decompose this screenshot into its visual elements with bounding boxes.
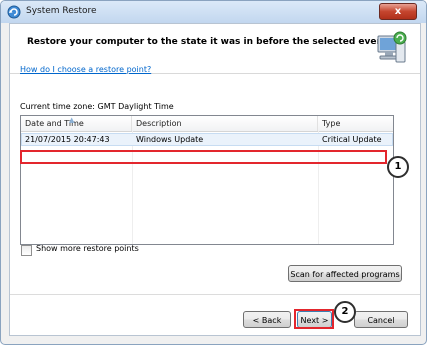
annotation-badge-1: 1	[387, 156, 409, 178]
back-button[interactable]: < Back	[243, 311, 291, 328]
close-button[interactable]: x	[379, 3, 417, 20]
footer-divider	[10, 294, 420, 295]
row-date: 21/07/2015 20:47:43	[25, 135, 110, 144]
sort-ascending-icon: ▲	[69, 116, 75, 124]
page-heading: Restore your computer to the state it wa…	[27, 37, 388, 47]
column-type-label: Type	[322, 119, 341, 128]
system-restore-icon	[7, 5, 21, 19]
help-link[interactable]: How do I choose a restore point?	[20, 65, 151, 74]
computer-restore-icon	[377, 31, 407, 63]
table-row[interactable]: 21/07/2015 20:47:43 Windows Update Criti…	[21, 133, 393, 146]
row-description: Windows Update	[136, 135, 204, 144]
show-more-label[interactable]: Show more restore points	[36, 244, 139, 253]
restore-points-list[interactable]: Date and Time ▲ Description Type 21/07/2…	[20, 115, 394, 245]
title-bar: System Restore x	[1, 1, 426, 23]
grid-divider	[132, 131, 133, 244]
annotation-highlight-next	[294, 309, 334, 329]
window-title: System Restore	[26, 6, 97, 16]
column-description-label: Description	[136, 119, 182, 128]
column-date-and-time[interactable]: Date and Time ▲	[21, 116, 132, 131]
column-type[interactable]: Type	[318, 116, 393, 131]
list-header: Date and Time ▲ Description Type	[21, 116, 393, 132]
column-date-label: Date and Time	[25, 119, 84, 128]
column-description[interactable]: Description	[132, 116, 318, 131]
timezone-label: Current time zone: GMT Daylight Time	[20, 102, 174, 111]
cancel-button[interactable]: Cancel	[354, 311, 408, 328]
annotation-highlight-row	[20, 150, 387, 164]
scan-affected-programs-button[interactable]: Scan for affected programs	[288, 265, 402, 282]
annotation-badge-2: 2	[334, 301, 356, 323]
system-restore-window: System Restore x Restore your computer t…	[0, 0, 427, 345]
grid-divider	[318, 131, 319, 244]
show-more-checkbox[interactable]	[21, 245, 32, 256]
close-icon: x	[394, 6, 402, 17]
row-type: Critical Update	[322, 135, 382, 144]
